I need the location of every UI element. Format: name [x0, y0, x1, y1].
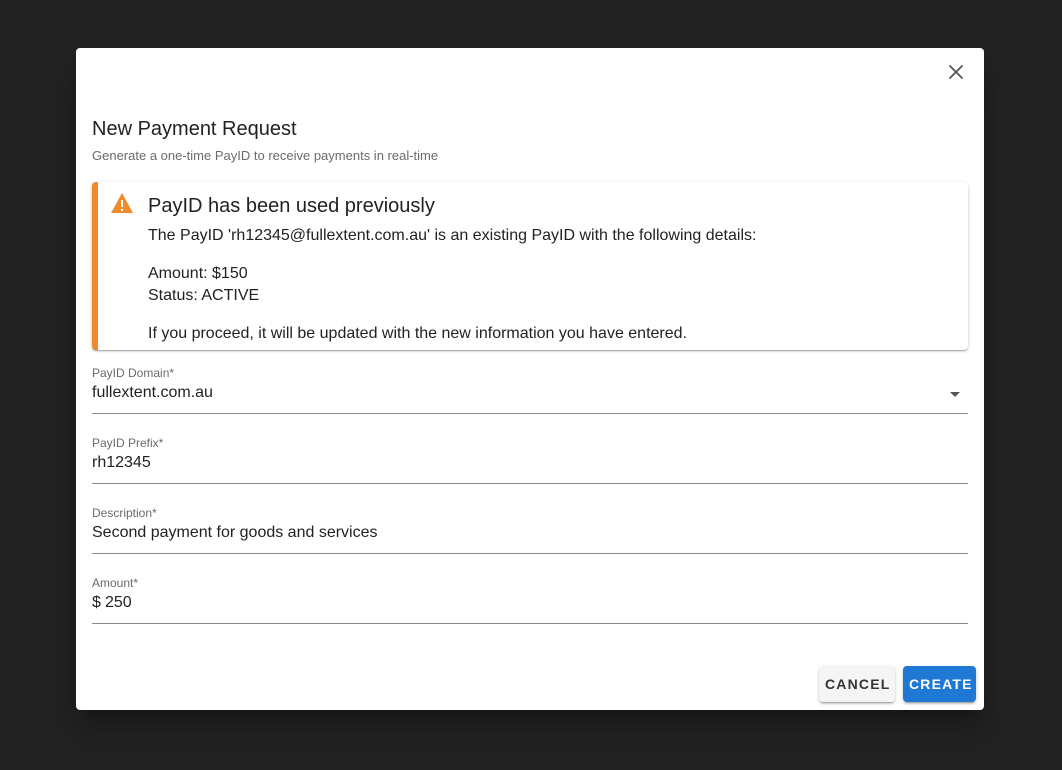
- alert-body: The PayID 'rh12345@fullextent.com.au' is…: [148, 225, 952, 345]
- payid-domain-label: PayID Domain*: [92, 366, 175, 380]
- warning-icon: [110, 192, 134, 214]
- description-field: Description*: [92, 506, 968, 554]
- payment-request-dialog: New Payment Request Generate a one-time …: [76, 48, 984, 710]
- payid-prefix-label: PayID Prefix*: [92, 436, 164, 450]
- description-label: Description*: [92, 506, 157, 520]
- amount-input[interactable]: [105, 594, 925, 612]
- payid-prefix-field: PayID Prefix*: [92, 436, 968, 484]
- payid-prefix-input[interactable]: [92, 454, 932, 472]
- dialog-subtitle: Generate a one-time PayID to receive pay…: [92, 148, 439, 163]
- alert-footer: If you proceed, it will be updated with …: [148, 325, 687, 342]
- alert-message: The PayID 'rh12345@fullextent.com.au' is…: [148, 227, 757, 244]
- alert-title: PayID has been used previously: [148, 195, 435, 217]
- close-icon[interactable]: [944, 60, 968, 84]
- payid-domain-select[interactable]: PayID Domain* fullextent.com.au: [92, 366, 968, 414]
- amount-label: Amount*: [92, 576, 139, 590]
- chevron-down-icon[interactable]: [950, 392, 960, 397]
- description-input[interactable]: [92, 524, 932, 542]
- amount-field: Amount* $: [92, 576, 968, 624]
- payid-domain-value[interactable]: fullextent.com.au: [92, 384, 932, 402]
- alert-status: Status: ACTIVE: [148, 287, 260, 304]
- cancel-button[interactable]: CANCEL: [819, 666, 895, 702]
- create-button[interactable]: CREATE: [903, 666, 976, 702]
- alert-amount: Amount: $150: [148, 265, 248, 282]
- currency-prefix: $: [92, 594, 101, 611]
- warning-alert: PayID has been used previously The PayID…: [92, 182, 968, 350]
- dialog-title: New Payment Request: [92, 118, 297, 140]
